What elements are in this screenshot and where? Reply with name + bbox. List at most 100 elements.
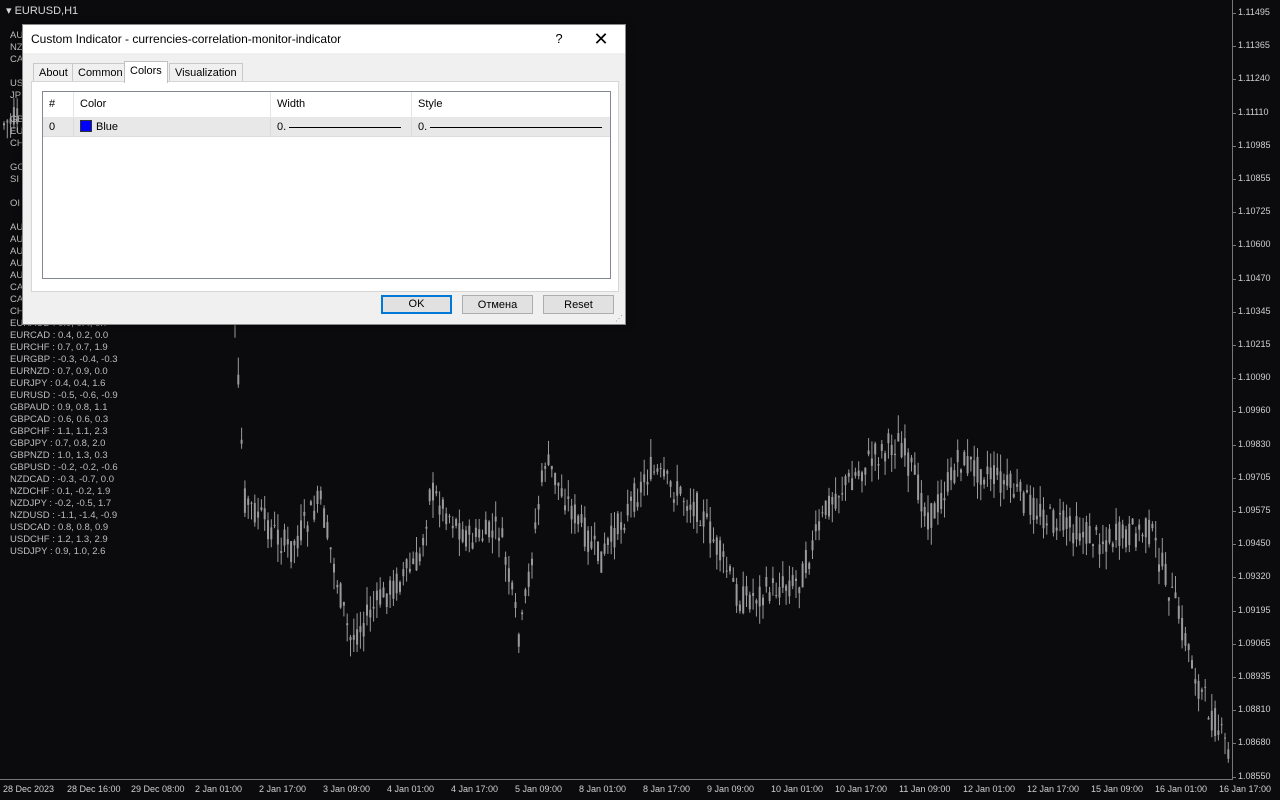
candle-body	[560, 488, 563, 497]
reset-button[interactable]: Reset	[543, 295, 614, 314]
candle-body	[679, 486, 682, 494]
custom-indicator-dialog: Custom Indicator - currencies-correlatio…	[22, 24, 626, 325]
candle-body	[696, 492, 698, 522]
candle-body	[785, 585, 788, 591]
candle-body	[636, 502, 639, 507]
candle-body	[1161, 552, 1164, 567]
candle-body	[676, 481, 679, 496]
candle-body	[818, 521, 821, 531]
candle-body	[534, 522, 537, 529]
candle-body	[593, 535, 596, 540]
tab-colors[interactable]: Colors	[124, 61, 168, 83]
candle-body	[960, 469, 962, 473]
candle-body	[847, 472, 850, 477]
candle-body	[738, 604, 741, 611]
time-label: 4 Jan 17:00	[451, 784, 499, 794]
candle-body	[375, 590, 378, 601]
close-icon[interactable]: ✕	[589, 27, 613, 51]
resize-grip-icon[interactable]: ⋰	[615, 314, 623, 323]
candle-body	[1098, 544, 1101, 555]
help-button[interactable]: ?	[549, 29, 569, 49]
candle-body	[877, 464, 880, 466]
candle-body	[890, 444, 893, 456]
column-header-width[interactable]: Width	[271, 92, 412, 117]
price-label: 1.09195	[1238, 604, 1271, 615]
row-width-cell[interactable]: 0.	[271, 118, 412, 136]
time-label: 8 Jan 17:00	[643, 784, 691, 794]
dialog-titlebar[interactable]: Custom Indicator - currencies-correlatio…	[23, 25, 625, 53]
time-label: 2 Jan 17:00	[259, 784, 307, 794]
price-label: 1.09960	[1238, 405, 1271, 416]
candle-body	[1187, 644, 1190, 651]
tab-common[interactable]: Common	[72, 63, 129, 81]
candle-body	[966, 456, 969, 474]
tab-visualization[interactable]: Visualization	[169, 63, 243, 81]
candle-body	[1167, 597, 1170, 601]
candle-body	[795, 578, 797, 581]
candle-body	[319, 490, 322, 500]
candle-body	[1059, 512, 1061, 515]
candle-body	[1128, 523, 1131, 546]
candle-body	[729, 566, 731, 572]
column-header-style[interactable]: Style	[412, 92, 610, 117]
correlation-line: USDJPY : 0.9, 1.0, 2.6	[10, 546, 106, 557]
price-label: 1.09575	[1238, 505, 1271, 515]
candle-body	[1158, 564, 1160, 572]
candle-body	[745, 586, 748, 596]
table-row[interactable]: 0 Blue 0. 0.	[43, 118, 610, 137]
candle-body	[359, 626, 362, 633]
candle-body	[653, 471, 656, 473]
row-style-cell[interactable]: 0.	[412, 118, 610, 136]
candle-body	[1174, 592, 1177, 599]
price-tick	[1232, 145, 1236, 147]
candle-body	[481, 538, 484, 541]
candle-body	[1082, 531, 1085, 538]
candle-body	[336, 584, 339, 588]
price-label: 1.10345	[1238, 305, 1271, 316]
candle-body	[1141, 534, 1144, 537]
price-tick	[1232, 643, 1236, 645]
price-label: 1.09830	[1238, 438, 1271, 449]
candle-body	[804, 550, 807, 574]
candle-body	[1012, 493, 1015, 498]
candle-body	[659, 468, 662, 470]
candle-body	[300, 520, 302, 541]
candle-body	[276, 529, 279, 545]
time-label: 4 Jan 01:00	[387, 784, 435, 794]
candle-body	[253, 503, 256, 523]
candle-body	[867, 450, 870, 455]
row-color-cell[interactable]: Blue	[74, 118, 271, 136]
correlation-line: NZDJPY : -0.2, -0.5, 1.7	[10, 498, 112, 509]
candle-body	[894, 453, 896, 456]
candle-body	[831, 496, 834, 505]
candle-body	[408, 568, 411, 572]
candle-body	[603, 543, 606, 554]
candle-body	[1151, 523, 1154, 529]
candle-body	[1075, 516, 1078, 540]
correlation-line: GBPCAD : 0.6, 0.6, 0.3	[10, 414, 109, 425]
candle-body	[791, 575, 794, 587]
candle-body	[1207, 717, 1210, 720]
candle-body	[1164, 564, 1167, 585]
candle-body	[257, 511, 260, 518]
tab-about[interactable]: About	[33, 63, 74, 81]
candle-body	[672, 499, 675, 503]
candle-body	[537, 504, 540, 510]
candle-body	[1092, 544, 1094, 547]
column-header-color[interactable]: Color	[74, 92, 271, 117]
price-label: 1.08810	[1238, 704, 1271, 715]
candle-body	[1220, 724, 1223, 726]
time-label: 16 Jan 17:00	[1219, 784, 1272, 794]
candle-body	[765, 576, 768, 587]
candle-body	[306, 525, 309, 532]
candle-body	[290, 541, 293, 562]
candle-body	[616, 513, 619, 535]
ok-button[interactable]: OK	[381, 295, 452, 314]
candle-body	[1022, 492, 1025, 514]
column-header-index[interactable]: #	[43, 92, 74, 117]
candle-body	[613, 528, 616, 548]
cancel-button[interactable]: Отмена	[462, 295, 533, 314]
candle-body	[352, 634, 355, 640]
candle-body	[1224, 737, 1226, 739]
price-tick	[1232, 378, 1236, 380]
